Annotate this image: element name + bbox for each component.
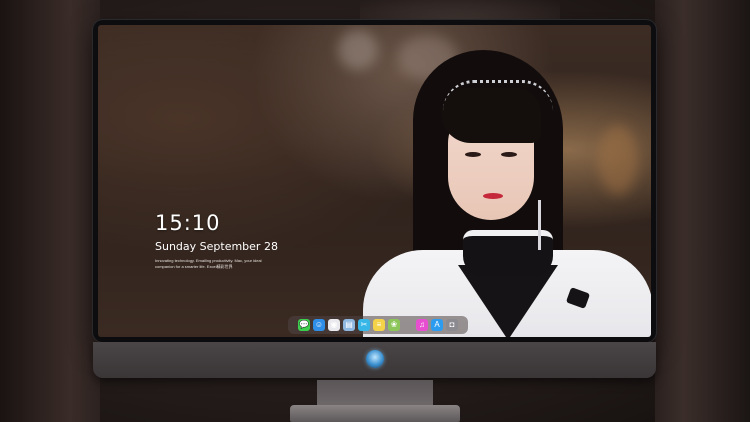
appstore-icon[interactable]: A (431, 319, 443, 331)
preview-icon[interactable]: ▤ (343, 319, 355, 331)
safari-icon[interactable]: ◉ (328, 319, 340, 331)
finder-icon[interactable]: ☺ (313, 319, 325, 331)
dock: 💬 ☺ ◉ ▤ ✂ ≡ ❀ ♫ A ◘ (288, 316, 468, 334)
imac-monitor: 15:10 Sunday September 28 Innovating tec… (93, 20, 656, 380)
photos-icon[interactable]: ❀ (388, 319, 400, 331)
finalcut-icon[interactable]: ✂ (358, 319, 370, 331)
portrait-eye (465, 152, 481, 157)
lockscreen-clock: 15:10 (155, 211, 221, 235)
lock-screen[interactable]: 15:10 Sunday September 28 Innovating tec… (98, 25, 651, 337)
background-right (655, 0, 750, 422)
brand-logo-icon (366, 350, 384, 368)
monitor-stand-base (290, 405, 460, 422)
portrait-earring (538, 200, 541, 250)
camera-icon[interactable]: ◘ (446, 319, 458, 331)
lockscreen-date: Sunday September 28 (155, 240, 278, 253)
music-icon[interactable]: ♫ (416, 319, 428, 331)
portrait-headband (443, 80, 553, 111)
monitor-bezel: 15:10 Sunday September 28 Innovating tec… (93, 20, 656, 342)
messages-icon[interactable]: 💬 (298, 319, 310, 331)
notes-icon[interactable]: ≡ (373, 319, 385, 331)
background-left (0, 0, 100, 422)
lockscreen-tagline: Innovating technology. Emailing producti… (155, 258, 262, 269)
portrait-lips (483, 193, 503, 199)
portrait-eye (501, 152, 517, 157)
wallpaper-portrait (353, 50, 651, 337)
